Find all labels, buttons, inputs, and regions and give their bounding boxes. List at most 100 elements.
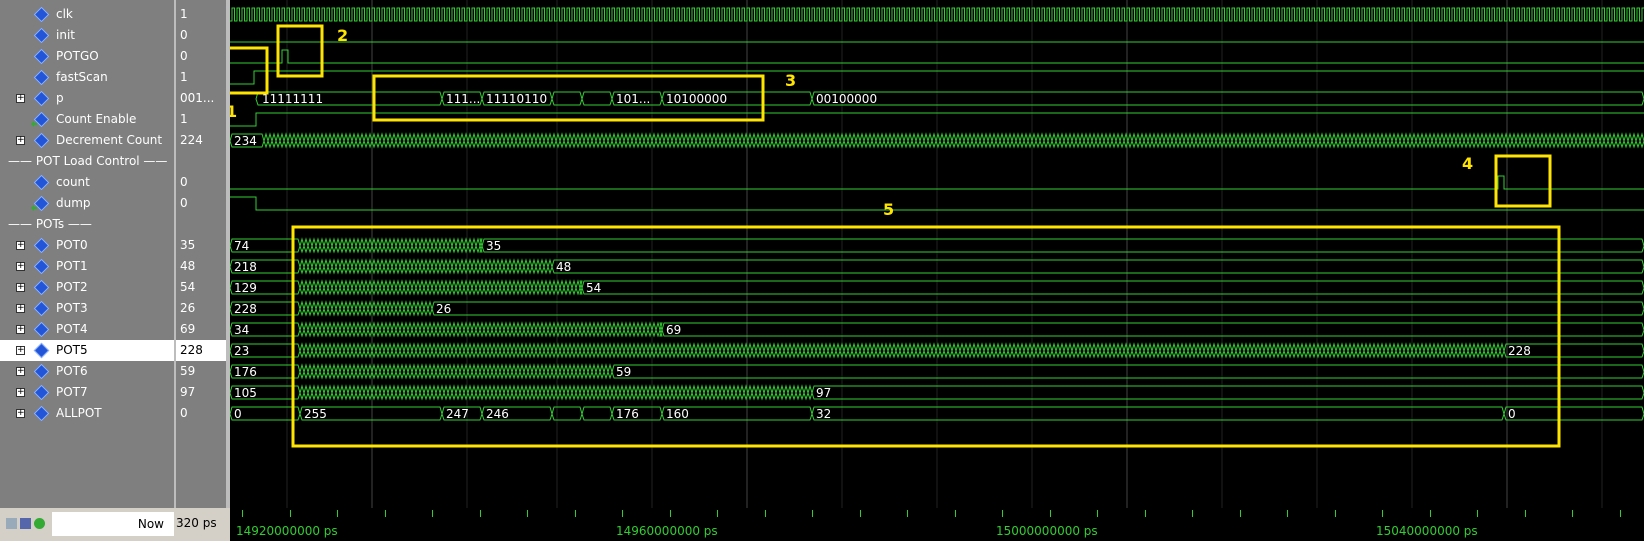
add-cursor-icon[interactable] <box>34 518 45 529</box>
pot4-bus <box>661 322 1644 337</box>
signal-name: POTGO <box>56 49 99 63</box>
highlight-box-2 <box>276 24 324 78</box>
expand-icon[interactable]: + <box>16 136 25 145</box>
signal-value-row[interactable]: 54 <box>176 277 226 298</box>
signal-row-count[interactable]: count <box>0 172 174 193</box>
annotation-2: 2 <box>337 26 348 45</box>
signal-value-row[interactable]: 97 <box>176 382 226 403</box>
signal-row-pot1[interactable]: + POT1 <box>0 256 174 277</box>
time-tick-mark <box>765 510 766 517</box>
time-tick-mark <box>480 510 481 517</box>
signal-value-row[interactable]: 59 <box>176 361 226 382</box>
group-header[interactable]: —— POTs —— <box>8 217 92 231</box>
expand-icon[interactable]: + <box>16 367 25 376</box>
expand-icon[interactable]: + <box>16 409 25 418</box>
signal-value-row[interactable]: 1 <box>176 67 226 88</box>
signal-value-row[interactable]: 228 <box>176 340 226 361</box>
signal-value-row[interactable]: 0 <box>176 403 226 424</box>
signal-value: 001... <box>180 91 215 105</box>
time-tick-label: 14920000000 ps <box>236 524 338 538</box>
pot6-bus <box>299 363 613 380</box>
expand-icon[interactable]: + <box>16 94 25 103</box>
signal-row-pot3[interactable]: + POT3 <box>0 298 174 319</box>
signal-value-row[interactable]: 0 <box>176 172 226 193</box>
time-axis[interactable]: 14920000000 ps 14960000000 ps 15000000000 … <box>230 508 1644 541</box>
signal-value-row[interactable]: 1 <box>176 109 226 130</box>
signal-row-count-enable[interactable]: Count Enable <box>0 109 174 130</box>
signal-value: 0 <box>180 49 188 63</box>
signal-icon <box>33 6 50 23</box>
expand-icon[interactable]: + <box>16 346 25 355</box>
time-tick-mark <box>1335 510 1336 517</box>
signal-row-clk[interactable]: clk <box>0 4 174 25</box>
signal-value-pane: 1 0 0 1 001... 1 224 0 0 35 48 54 26 69 228 59 97 0 <box>176 0 226 508</box>
signal-icon <box>33 258 50 275</box>
signal-value: 26 <box>180 301 196 315</box>
signal-value: 224 <box>180 133 203 147</box>
waveform-pane[interactable]: 11111111 111... 11110110 101... 10100000 0010… <box>225 0 1644 508</box>
signal-row-pot2[interactable]: + POT2 <box>0 277 174 298</box>
signal-value-row[interactable]: 0 <box>176 193 226 214</box>
allpot-label: 247 <box>446 407 469 421</box>
pot4-bus <box>299 321 663 338</box>
annotation-1: 1 <box>230 102 237 121</box>
pot1-bus <box>551 259 1644 274</box>
signal-icon <box>33 279 50 296</box>
annotation-4: 4 <box>1462 154 1473 173</box>
expand-icon[interactable]: + <box>16 325 25 334</box>
zoom-icon[interactable] <box>6 518 17 529</box>
signal-value-row[interactable]: 1 <box>176 4 226 25</box>
p-value-label: 11111111 <box>262 92 323 106</box>
signal-value-row[interactable]: 224 <box>176 130 226 151</box>
expand-icon[interactable]: + <box>16 241 25 250</box>
signal-name: dump <box>56 196 91 210</box>
signal-row-pot6[interactable]: + POT6 <box>0 361 174 382</box>
signal-value-row[interactable]: 26 <box>176 298 226 319</box>
signal-name: fastScan <box>56 70 108 84</box>
time-tick-mark <box>1145 510 1146 517</box>
signal-row-init[interactable]: init <box>0 25 174 46</box>
signal-icon <box>33 90 50 107</box>
pot0-end-label: 35 <box>486 239 501 253</box>
time-tick-mark <box>907 510 908 517</box>
pot0-bus <box>481 238 1644 253</box>
pot6-start-label: 176 <box>234 365 257 379</box>
signal-value-row[interactable]: 0 <box>176 25 226 46</box>
signal-row-pot4[interactable]: + POT4 <box>0 319 174 340</box>
time-tick-mark <box>1287 510 1288 517</box>
time-tick-label: 15040000000 ps <box>1376 524 1478 538</box>
group-header[interactable]: —— POT Load Control —— <box>8 154 167 168</box>
signal-icon <box>33 405 50 422</box>
signal-name: POT7 <box>56 385 88 399</box>
signal-icon <box>33 48 50 65</box>
signal-row-potgo[interactable]: POTGO <box>0 46 174 67</box>
signal-value: 228 <box>180 343 203 357</box>
signal-icon <box>33 342 50 359</box>
signal-row-pot0[interactable]: + POT0 <box>0 235 174 256</box>
signal-row-dump[interactable]: dump <box>0 193 174 214</box>
expand-icon[interactable]: + <box>16 283 25 292</box>
signal-value-row[interactable]: 48 <box>176 256 226 277</box>
time-tick-mark <box>955 510 956 517</box>
time-tick-mark <box>290 510 291 517</box>
p-value-label: 10100000 <box>666 92 727 106</box>
signal-row-pot5[interactable]: + POT5 <box>0 340 174 361</box>
expand-icon[interactable]: + <box>16 388 25 397</box>
signal-row-fastscan[interactable]: fastScan <box>0 67 174 88</box>
signal-row-decrement-count[interactable]: + Decrement Count <box>0 130 174 151</box>
time-tick-mark <box>432 510 433 517</box>
signal-value-row[interactable]: 35 <box>176 235 226 256</box>
signal-row-pot7[interactable]: + POT7 <box>0 382 174 403</box>
expand-icon[interactable]: + <box>16 262 25 271</box>
waveform-canvas[interactable]: 11111111 111... 11110110 101... 10100000 0010… <box>225 0 1644 508</box>
signal-row-p[interactable]: + p <box>0 88 174 109</box>
signal-value-row[interactable]: 001... <box>176 88 226 109</box>
wave-icon[interactable] <box>20 518 31 529</box>
signal-value-row[interactable]: 0 <box>176 46 226 67</box>
expand-icon[interactable]: + <box>16 304 25 313</box>
signal-value-row[interactable]: 69 <box>176 319 226 340</box>
signal-row-allpot[interactable]: + ALLPOT <box>0 403 174 424</box>
signal-icon <box>33 27 50 44</box>
signal-name: Count Enable <box>56 112 137 126</box>
time-tick-mark <box>1192 510 1193 517</box>
